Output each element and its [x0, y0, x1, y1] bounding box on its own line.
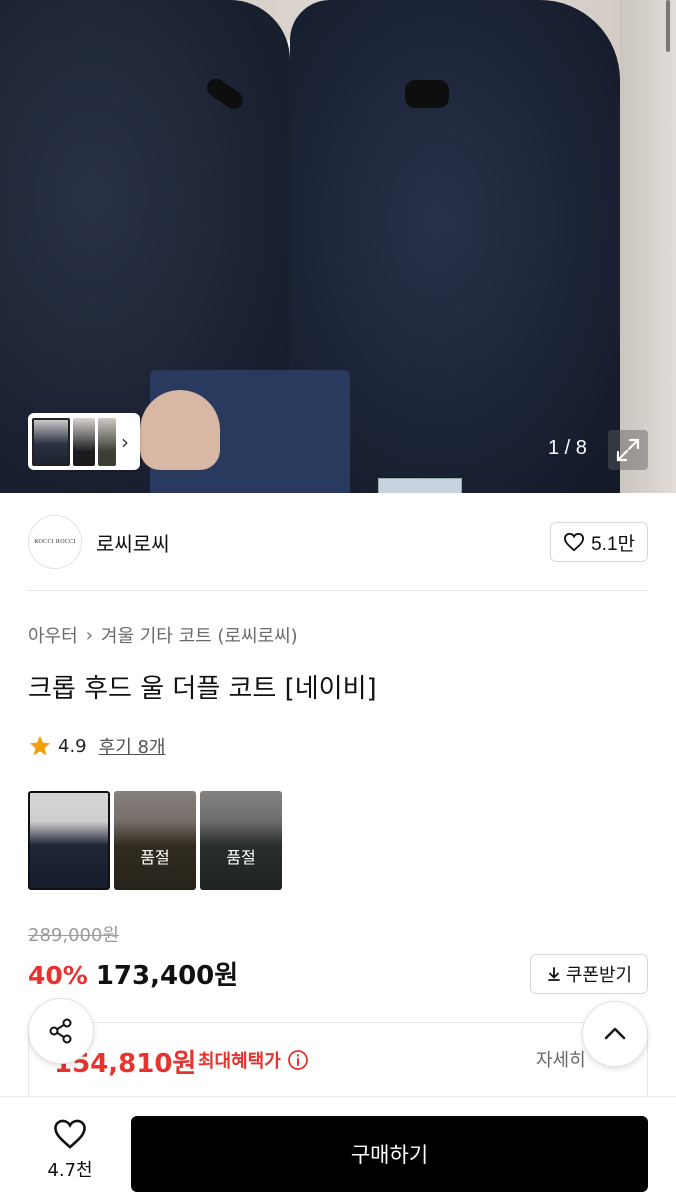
thumbnail-3[interactable]	[98, 417, 116, 466]
original-price: 289,000원	[28, 925, 119, 946]
brand-name[interactable]: 로씨로씨	[96, 528, 170, 557]
brand-like-count: 5.1만	[591, 533, 635, 555]
chevron-right-icon[interactable]: ›	[121, 430, 129, 454]
download-icon	[547, 967, 560, 981]
detail-link[interactable]: 자세히	[536, 1046, 586, 1072]
discount-rate: 40%	[28, 961, 88, 990]
chevron-up-icon	[604, 1027, 626, 1040]
soldout-badge: 품절	[114, 791, 196, 890]
color-option-navy[interactable]	[28, 791, 110, 890]
thumbnail-2[interactable]	[73, 417, 95, 466]
scrollbar[interactable]	[666, 0, 670, 52]
breadcrumb-item-category[interactable]: 겨울 기타 코트 (로씨로씨)	[101, 622, 298, 648]
benefit-label: 최대혜택가	[198, 1051, 281, 1072]
benefit-label-row: 최대혜택가	[198, 1047, 309, 1073]
coat-label-tag	[378, 478, 462, 493]
share-icon	[49, 1018, 72, 1044]
expand-icon	[616, 438, 640, 462]
chevron-right-icon: ›	[85, 624, 93, 646]
soldout-badge: 품절	[200, 791, 282, 890]
info-icon[interactable]	[287, 1049, 309, 1071]
rating-row: 4.9 후기 8개	[28, 733, 166, 759]
breadcrumb: 아우터 › 겨울 기타 코트 (로씨로씨)	[28, 622, 298, 648]
coupon-button-label: 쿠폰받기	[565, 965, 633, 985]
heart-icon	[564, 532, 585, 552]
wishlist-count: 4.7천	[47, 1160, 93, 1181]
breadcrumb-item-outer[interactable]: 아우터	[28, 622, 78, 648]
product-title: 크롭 후드 울 더플 코트 [네이비]	[28, 674, 377, 704]
star-icon	[29, 735, 51, 756]
scroll-top-button[interactable]	[582, 1001, 648, 1067]
color-option-khaki[interactable]: 품절	[114, 791, 196, 890]
divider	[28, 590, 648, 591]
background-wall	[620, 0, 676, 493]
color-options: 품절 품절	[28, 791, 282, 890]
color-option-charcoal[interactable]: 품절	[200, 791, 282, 890]
coupon-button[interactable]: 쿠폰받기	[530, 954, 648, 994]
review-link[interactable]: 후기 8개	[99, 733, 166, 759]
brand-row: ROCCI ROCCI 로씨로씨 5.1만	[28, 515, 648, 569]
heart-icon	[54, 1119, 86, 1149]
brand-logo[interactable]: ROCCI ROCCI	[28, 515, 82, 569]
wishlist-button[interactable]: 4.7천	[30, 1118, 110, 1182]
sale-price: 173,400원	[95, 961, 239, 991]
share-button[interactable]	[28, 998, 94, 1064]
expand-button[interactable]	[608, 430, 648, 470]
brand-like-button[interactable]: 5.1만	[550, 522, 648, 562]
price-row: 40% 173,400원	[28, 955, 238, 992]
hand	[140, 390, 220, 470]
thumbnail-1[interactable]	[32, 417, 70, 466]
toggle-button-right	[405, 80, 449, 108]
rating-score: 4.9	[58, 735, 87, 757]
buy-button[interactable]: 구매하기	[131, 1116, 648, 1192]
image-counter: 1 / 8	[548, 437, 587, 459]
image-thumbnail-strip[interactable]: ›	[28, 413, 140, 470]
